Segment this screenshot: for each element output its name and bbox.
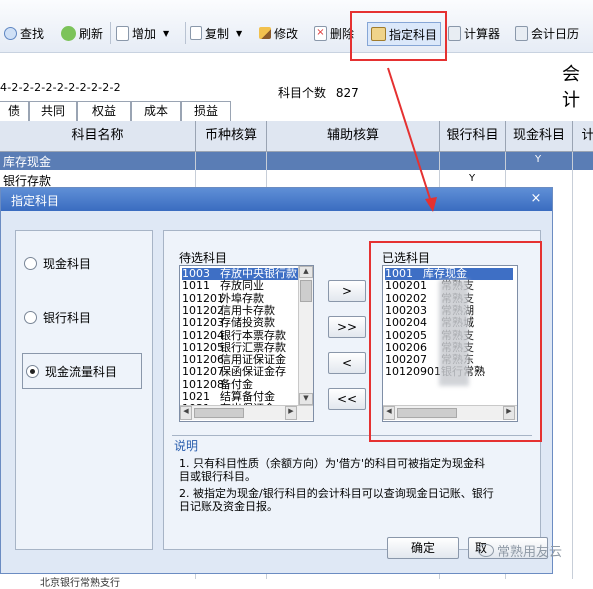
wechat-icon [478, 544, 494, 557]
watermark: 常熟用友云 [478, 541, 562, 560]
watermark-text: 常熟用友云 [497, 545, 563, 560]
annotation-arrow-icon [387, 67, 437, 212]
